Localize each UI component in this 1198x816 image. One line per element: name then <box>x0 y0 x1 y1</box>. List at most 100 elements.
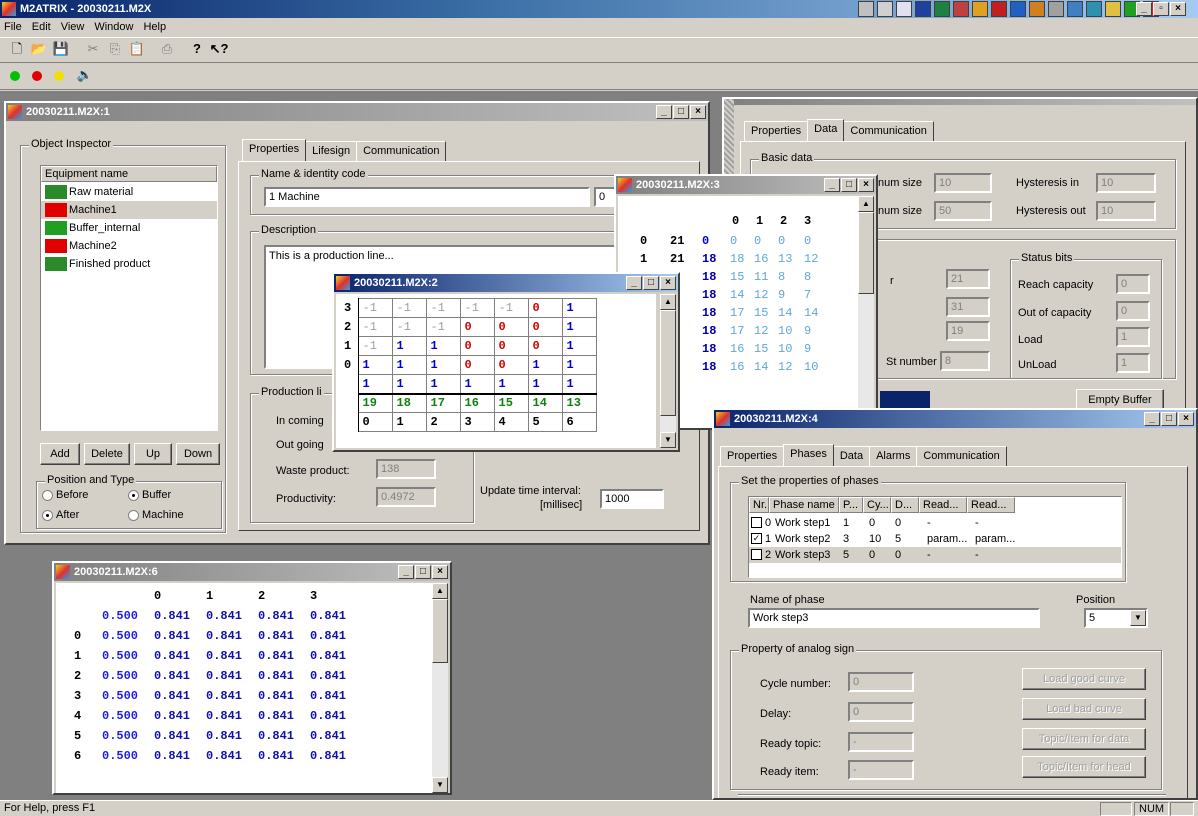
equipment-name-header[interactable]: Equipment name <box>41 166 217 182</box>
tray-icon[interactable] <box>1029 1 1045 17</box>
green-light-icon[interactable] <box>4 64 26 86</box>
checkbox-checked-icon[interactable]: ✓ <box>751 533 762 544</box>
tab-data[interactable]: Data <box>832 446 871 466</box>
tray-icon[interactable] <box>877 1 893 17</box>
unload-field[interactable]: 1 <box>1116 353 1150 373</box>
close-button[interactable]: × <box>858 178 874 192</box>
tray-icon[interactable] <box>1067 1 1083 17</box>
tab-properties[interactable]: Properties <box>242 139 307 161</box>
list-item[interactable]: Machine1 <box>41 201 217 219</box>
st-number-field[interactable]: 8 <box>940 351 990 371</box>
save-icon[interactable]: 💾 <box>50 38 72 60</box>
matrix-scrollbar[interactable]: ▲ ▼ <box>660 294 676 448</box>
menu-help[interactable]: Help <box>143 18 166 36</box>
print-icon[interactable]: ⎙ <box>156 38 178 60</box>
max-size-field[interactable]: 10 <box>934 173 992 193</box>
column-header[interactable]: Read... <box>967 497 1015 513</box>
tray-icon[interactable] <box>1048 1 1064 17</box>
cut-icon[interactable]: ✂ <box>82 38 104 60</box>
tab-lifesign[interactable]: Lifesign <box>305 141 358 161</box>
topic-item-data-button[interactable]: Topic/Item for data <box>1022 728 1146 750</box>
menu-edit[interactable]: Edit <box>32 18 51 36</box>
maximize-button[interactable]: □ <box>643 276 659 290</box>
update-interval-field[interactable]: 1000 <box>600 489 664 509</box>
paste-icon[interactable]: 📋 <box>126 38 148 60</box>
tab-alarms[interactable]: Alarms <box>869 446 918 466</box>
counter-field-1[interactable]: 21 <box>946 269 990 289</box>
tray-icon[interactable] <box>1086 1 1102 17</box>
context-help-icon[interactable]: ↖? <box>208 38 230 60</box>
position-select[interactable]: 5 ▼ <box>1084 608 1148 628</box>
open-folder-icon[interactable]: 📂 <box>28 38 50 60</box>
tray-icon[interactable] <box>1010 1 1026 17</box>
maximize-button[interactable]: □ <box>673 105 689 119</box>
cycle-number-field[interactable]: 0 <box>848 672 914 692</box>
ready-item-field[interactable]: - <box>848 760 914 780</box>
scroll-up-icon[interactable]: ▲ <box>432 583 448 599</box>
column-header[interactable]: D... <box>891 497 919 513</box>
tab-properties[interactable]: Properties <box>744 121 809 141</box>
menu-window[interactable]: Window <box>94 18 133 36</box>
close-button[interactable]: × <box>1178 412 1194 426</box>
table-6-scrollbar[interactable]: ▲ ▼ <box>432 583 448 793</box>
app-restore-button[interactable]: ▫ <box>1153 2 1169 16</box>
scroll-down-icon[interactable]: ▼ <box>432 777 448 793</box>
phases-list[interactable]: Nr. Phase name P... Cy... D... Read... Read...… <box>748 496 1122 578</box>
scroll-thumb[interactable] <box>660 310 676 416</box>
scroll-thumb[interactable] <box>858 212 874 294</box>
phase-name-field[interactable]: Work step3 <box>748 608 1040 628</box>
tab-data[interactable]: Data <box>807 119 845 141</box>
up-button[interactable]: Up <box>134 443 172 465</box>
app-minimize-button[interactable]: _ <box>1136 2 1152 16</box>
maximize-button[interactable]: □ <box>841 178 857 192</box>
counter-field-2[interactable]: 31 <box>946 297 990 317</box>
tray-icon[interactable] <box>858 1 874 17</box>
productivity-field[interactable]: 0.4972 <box>376 487 436 507</box>
down-button[interactable]: Down <box>176 443 220 465</box>
checkbox-icon[interactable] <box>751 517 762 528</box>
load-field[interactable]: 1 <box>1116 327 1150 347</box>
list-item[interactable]: 2 Work step3 5 0 0 - - <box>749 547 1121 563</box>
hysteresis-in-field[interactable]: 10 <box>1096 173 1156 193</box>
ready-topic-field[interactable]: - <box>848 732 914 752</box>
min-size-field[interactable]: 50 <box>934 201 992 221</box>
list-item[interactable]: Finished product <box>41 255 217 273</box>
checkbox-icon[interactable] <box>751 549 762 560</box>
tab-properties[interactable]: Properties <box>720 446 785 466</box>
tray-icon[interactable] <box>953 1 969 17</box>
tray-icon[interactable] <box>991 1 1007 17</box>
maximize-button[interactable]: □ <box>415 565 431 579</box>
close-button[interactable]: × <box>690 105 706 119</box>
scroll-down-icon[interactable]: ▼ <box>660 432 676 448</box>
close-button[interactable]: × <box>432 565 448 579</box>
out-of-capacity-field[interactable]: 0 <box>1116 301 1150 321</box>
close-button[interactable]: × <box>660 276 676 290</box>
radio-after[interactable]: After <box>42 509 79 521</box>
column-header[interactable]: Read... <box>919 497 967 513</box>
minimize-button[interactable]: _ <box>626 276 642 290</box>
copy-icon[interactable]: ⎘ <box>104 38 126 60</box>
tab-communication[interactable]: Communication <box>356 141 447 161</box>
chevron-down-icon[interactable]: ▼ <box>1130 610 1146 626</box>
tab-phases[interactable]: Phases <box>783 444 834 466</box>
app-close-button[interactable]: × <box>1170 2 1186 16</box>
radio-buffer[interactable]: Buffer <box>128 489 171 501</box>
column-header[interactable]: P... <box>839 497 863 513</box>
tab-communication[interactable]: Communication <box>916 446 1007 466</box>
tab-communication[interactable]: Communication <box>843 121 934 141</box>
load-bad-curve-button[interactable]: Load bad curve <box>1022 698 1146 720</box>
equipment-list[interactable]: Equipment name Raw material Machine1 Buffe… <box>40 165 218 431</box>
menu-file[interactable]: File <box>4 18 22 36</box>
delete-button[interactable]: Delete <box>84 443 130 465</box>
tray-icon[interactable] <box>972 1 988 17</box>
scroll-up-icon[interactable]: ▲ <box>660 294 676 310</box>
hysteresis-out-field[interactable]: 10 <box>1096 201 1156 221</box>
speaker-icon[interactable]: 🔈 <box>74 64 96 86</box>
radio-machine[interactable]: Machine <box>128 509 184 521</box>
scroll-up-icon[interactable]: ▲ <box>858 196 874 212</box>
menu-view[interactable]: View <box>61 18 85 36</box>
red-light-icon[interactable] <box>26 64 48 86</box>
table-3-scrollbar[interactable]: ▲ <box>858 196 874 428</box>
new-file-icon[interactable]: 🗋 <box>6 38 28 60</box>
reach-capacity-field[interactable]: 0 <box>1116 274 1150 294</box>
